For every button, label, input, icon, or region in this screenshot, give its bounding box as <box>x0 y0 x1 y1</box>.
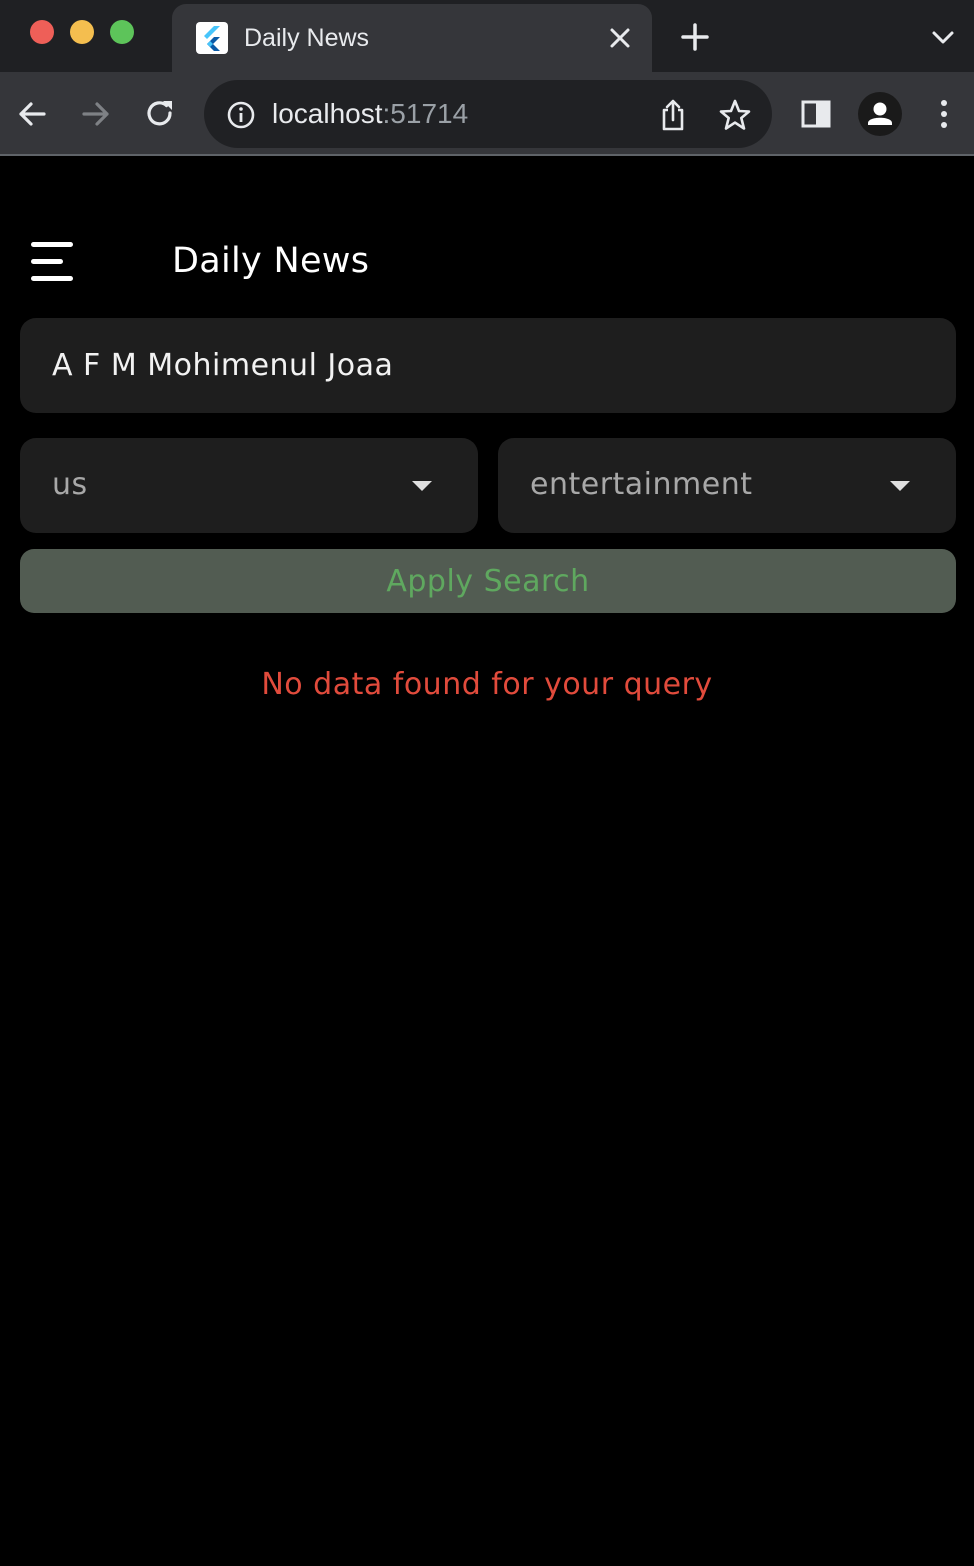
search-field[interactable] <box>20 318 956 413</box>
window-close-button[interactable] <box>30 20 54 44</box>
hamburger-menu-icon[interactable] <box>28 240 76 284</box>
browser-tab[interactable]: Daily News <box>172 4 652 72</box>
forward-arrow-icon[interactable] <box>78 96 114 132</box>
window-maximize-button[interactable] <box>110 20 134 44</box>
browser-toolbar: localhost:51714 <box>0 72 974 156</box>
reload-icon[interactable] <box>142 96 178 132</box>
url-host: localhost <box>272 98 383 129</box>
more-vert-icon[interactable] <box>926 96 962 132</box>
dropdown-arrow-icon <box>888 478 912 492</box>
side-panel-icon[interactable] <box>798 96 834 132</box>
tab-search-chevron-icon[interactable] <box>928 26 958 50</box>
url-port: :51714 <box>382 98 469 129</box>
profile-avatar-icon[interactable] <box>858 92 902 136</box>
category-dropdown[interactable]: entertainment <box>498 438 956 533</box>
flutter-logo-icon <box>196 22 228 54</box>
app-title: Daily News <box>172 241 370 281</box>
apply-search-button[interactable]: Apply Search <box>20 549 956 613</box>
new-tab-icon[interactable] <box>680 22 710 52</box>
tab-title: Daily News <box>244 24 370 52</box>
category-dropdown-value: entertainment <box>530 467 753 502</box>
browser-tab-bar: Daily News <box>0 0 974 72</box>
site-info-icon[interactable] <box>226 100 256 130</box>
url-text: localhost:51714 <box>272 97 468 131</box>
search-input[interactable] <box>20 318 956 413</box>
back-arrow-icon[interactable] <box>14 96 50 132</box>
dropdown-arrow-icon <box>410 478 434 492</box>
country-dropdown[interactable]: us <box>20 438 478 533</box>
country-dropdown-value: us <box>52 467 88 502</box>
window-minimize-button[interactable] <box>70 20 94 44</box>
empty-state-message: No data found for your query <box>261 667 713 702</box>
share-icon[interactable] <box>658 98 688 132</box>
address-bar[interactable]: localhost:51714 <box>204 80 772 148</box>
close-tab-icon[interactable] <box>606 24 634 52</box>
bookmark-star-icon[interactable] <box>718 98 752 132</box>
